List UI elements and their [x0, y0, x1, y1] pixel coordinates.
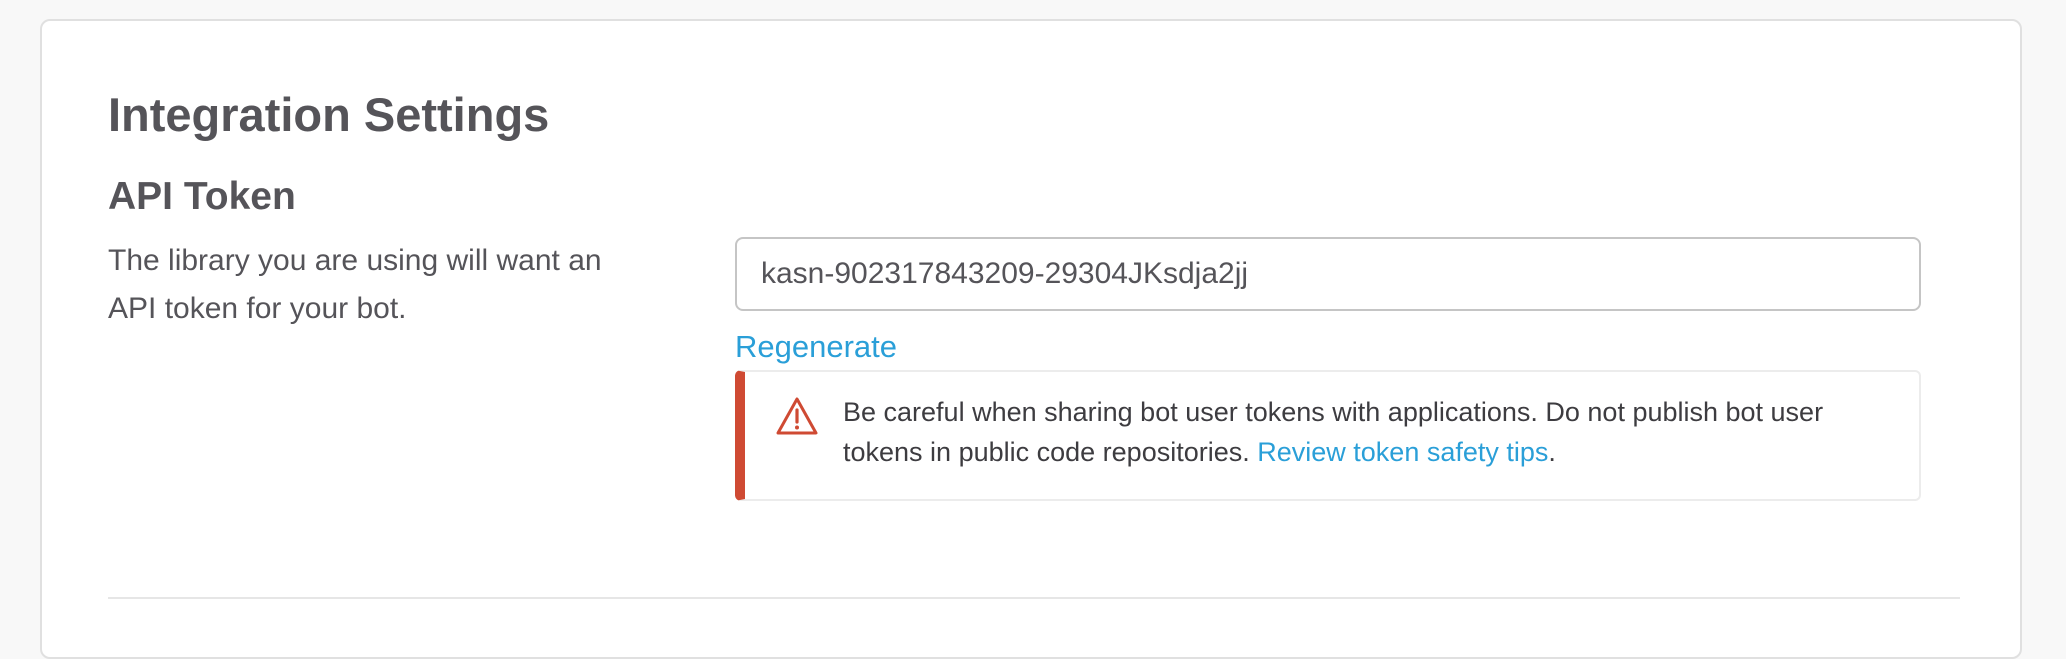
warning-triangle-icon	[776, 397, 818, 435]
warning-trailing-period: .	[1548, 437, 1556, 467]
settings-card: Integration Settings API Token The libra…	[40, 19, 2022, 659]
section-divider	[108, 597, 1960, 599]
api-token-description: The library you are using will want an A…	[108, 244, 602, 325]
token-warning-alert: Be careful when sharing bot user tokens …	[735, 370, 1921, 501]
regenerate-link[interactable]: Regenerate	[735, 327, 897, 367]
api-token-field[interactable]	[735, 237, 1921, 311]
api-token-heading: API Token	[108, 175, 296, 218]
page-title: Integration Settings	[108, 88, 550, 141]
warning-message: Be careful when sharing bot user tokens …	[843, 392, 1903, 472]
review-token-safety-tips-link[interactable]: Review token safety tips	[1257, 437, 1548, 467]
